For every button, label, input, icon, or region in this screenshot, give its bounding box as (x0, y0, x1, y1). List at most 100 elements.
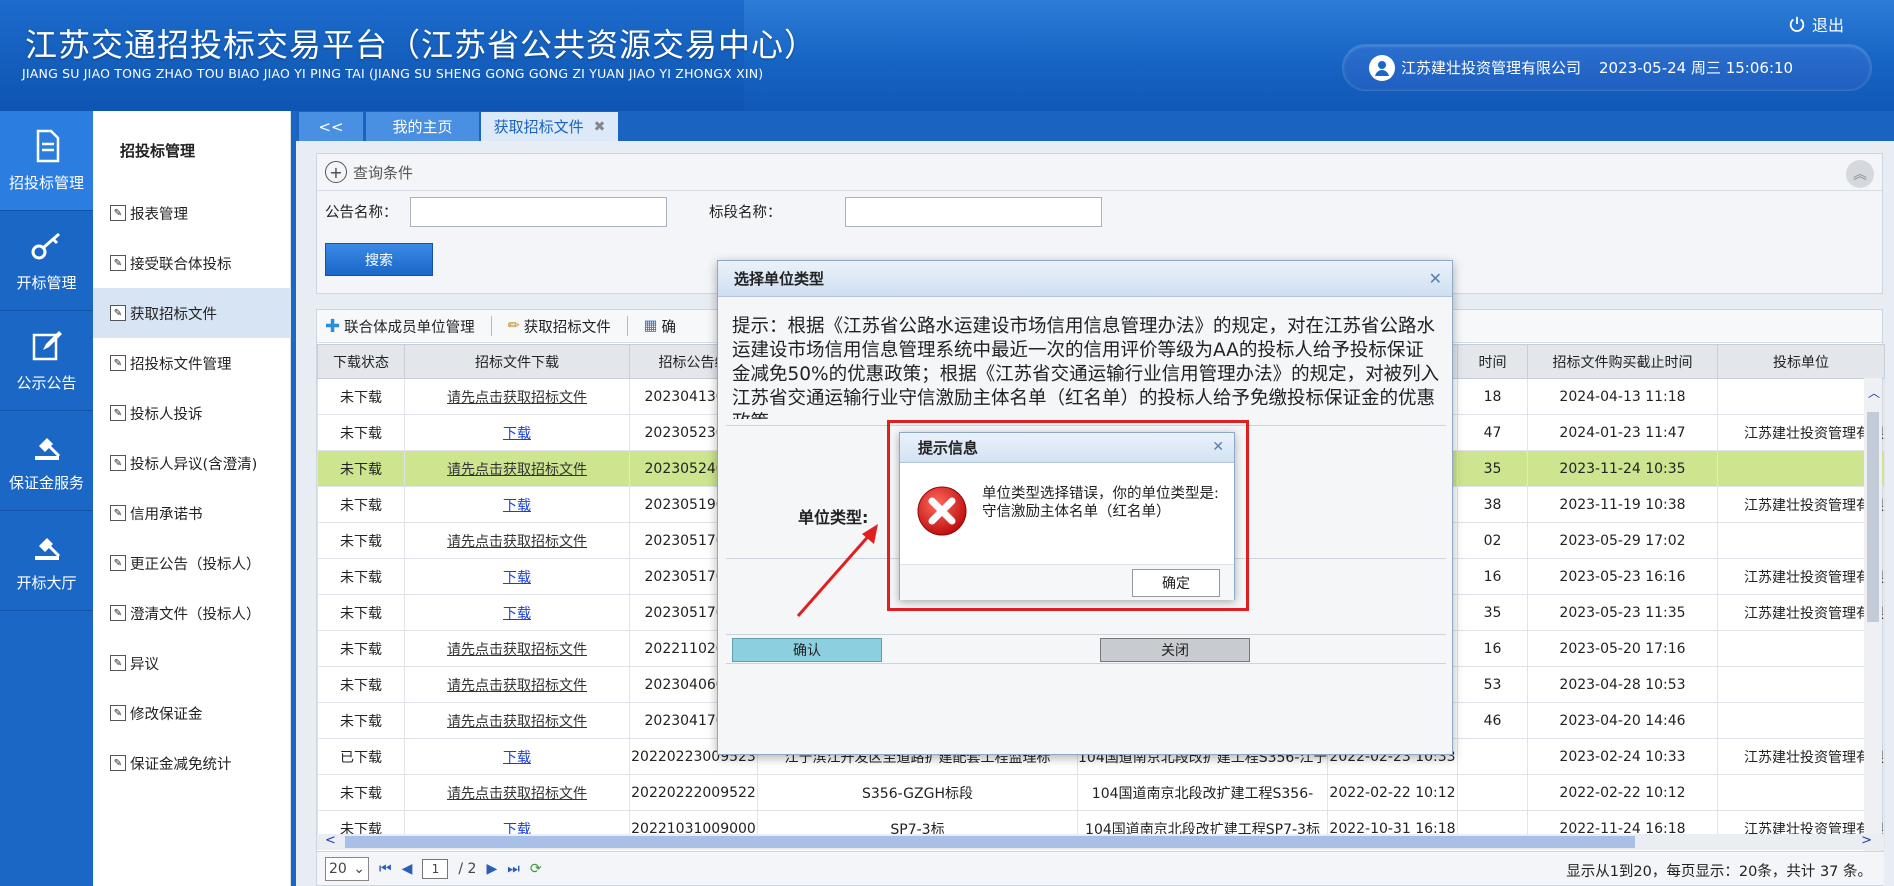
fetch-first-link[interactable]: 请先点击获取招标文件 (447, 642, 587, 658)
close-icon[interactable]: ✖ (594, 119, 606, 135)
table-cell: 江苏建壮投资管理有限 (1717, 486, 1885, 523)
column-header[interactable]: 投标单位 (1717, 344, 1885, 379)
edit-icon: ✎ (110, 205, 126, 221)
horizontal-scrollbar[interactable]: < > (317, 833, 1884, 850)
chevron-right-icon[interactable]: > (1861, 833, 1872, 848)
scroll-thumb[interactable] (1867, 412, 1879, 622)
tab-back-button[interactable]: << (299, 112, 363, 141)
first-page-icon[interactable]: ⏮ (379, 861, 392, 877)
table-cell: 16 (1457, 630, 1528, 667)
table-cell (1717, 666, 1885, 703)
nav-label: 开标大厅 (16, 574, 77, 592)
fetch-docs-button[interactable]: ✏ 获取招标文件 (508, 316, 611, 337)
fetch-first-link[interactable]: 请先点击获取招标文件 (447, 714, 587, 730)
sidebar-item-modify-deposit[interactable]: ✎ 修改保证金 (93, 688, 291, 738)
sidebar-item-clarification[interactable]: ✎ 澄清文件（投标人） (93, 588, 291, 638)
download-link[interactable]: 下载 (503, 570, 531, 586)
column-header[interactable]: 招标文件购买截止时间 (1527, 344, 1718, 379)
table-cell: 未下载 (317, 594, 405, 631)
sidebar-item-deposit-stats[interactable]: ✎ 保证金减免统计 (93, 738, 291, 788)
query-header[interactable]: + 查询条件 (317, 154, 1882, 191)
download-link[interactable]: 下载 (503, 750, 531, 766)
consortium-members-button[interactable]: ✚ 联合体成员单位管理 (325, 316, 475, 337)
last-page-icon[interactable]: ⏭ (507, 861, 520, 877)
separator (490, 316, 492, 336)
sidebar-item-correction[interactable]: ✎ 更正公告（投标人） (93, 538, 291, 588)
close-button[interactable]: 关闭 (1100, 638, 1250, 662)
nav-bid-management[interactable]: 招投标管理 (0, 111, 93, 211)
confirm-toolbar-button[interactable]: ▦ 确 (644, 316, 676, 337)
sidebar-item-consortium[interactable]: ✎ 接受联合体投标 (93, 238, 291, 288)
sidebar-item-objection-clarify[interactable]: ✎ 投标人异议(含澄清) (93, 438, 291, 488)
table-cell: 2023-04-28 10:53 (1527, 666, 1718, 703)
collapse-up-icon[interactable]: ︽ (1846, 160, 1874, 188)
fetch-first-link[interactable]: 请先点击获取招标文件 (447, 390, 587, 406)
toolbar-label: 确 (661, 319, 676, 336)
nav-hall[interactable]: 开标大厅 (0, 511, 93, 611)
site-subtitle: JIANG SU JIAO TONG ZHAO TOU BIAO JIAO YI… (22, 66, 764, 81)
table-cell: 38 (1457, 486, 1528, 523)
fetch-first-link[interactable]: 请先点击获取招标文件 (447, 462, 587, 478)
nav-notices[interactable]: 公示公告 (0, 311, 93, 411)
column-header[interactable]: 招标文件下载 (404, 344, 630, 379)
logout-button[interactable]: 退出 (1788, 12, 1844, 36)
sidebar-item-credit-letter[interactable]: ✎ 信用承诺书 (93, 488, 291, 538)
sidebar-item-label: 保证金减免统计 (130, 756, 232, 773)
page-input[interactable]: 1 (422, 858, 449, 879)
close-icon[interactable]: ✕ (1429, 269, 1442, 288)
chevron-left-icon[interactable]: < (325, 833, 336, 848)
table-cell: 未下载 (317, 486, 405, 523)
dialog-title: 提示信息 (918, 439, 979, 457)
download-link[interactable]: 下载 (503, 606, 531, 622)
tab-label: 获取招标文件 (493, 118, 584, 136)
sidebar-item-fetch-docs[interactable]: ✎ 获取招标文件 (93, 288, 291, 338)
confirm-button[interactable]: 确认 (732, 638, 882, 662)
download-link[interactable]: 下载 (503, 498, 531, 514)
tab-home[interactable]: 我的主页 (366, 112, 479, 141)
sidebar-title: 招投标管理 (120, 142, 196, 160)
table-cell: 18 (1457, 378, 1528, 415)
download-link[interactable]: 下载 (503, 426, 531, 442)
close-icon[interactable]: ✕ (1212, 439, 1224, 455)
dialog-footer: 确定 (900, 564, 1234, 600)
column-header[interactable]: 时间 (1457, 344, 1528, 379)
table-cell: 16 (1457, 558, 1528, 595)
sidebar-item-label: 获取招标文件 (130, 306, 217, 323)
ok-button[interactable]: 确定 (1132, 569, 1220, 597)
vertical-scrollbar[interactable]: ︿ ﹀ (1864, 378, 1882, 852)
sidebar-item-complaint[interactable]: ✎ 投标人投诉 (93, 388, 291, 438)
page-size-select[interactable]: 20 ⌄ (325, 856, 369, 881)
gavel-icon (34, 438, 60, 460)
fetch-first-link[interactable]: 请先点击获取招标文件 (447, 786, 587, 802)
table-row[interactable]: 未下载 请先点击获取招标文件 20220222009522 S356-GZGH标段 10… (317, 774, 1885, 811)
nav-bid-opening[interactable]: 开标管理 (0, 211, 93, 311)
scroll-thumb[interactable] (345, 836, 1635, 848)
power-icon (1789, 16, 1805, 32)
sidebar-item-objection[interactable]: ✎ 异议 (93, 638, 291, 688)
nav-deposit[interactable]: 保证金服务 (0, 411, 93, 511)
refresh-icon[interactable]: ⟳ (530, 861, 542, 877)
chevron-up-icon[interactable]: ︿ (1868, 384, 1880, 401)
alert-message: 单位类型选择错误，你的单位类型是: 守信激励主体名单（红名单） (982, 485, 1219, 521)
table-cell: 35 (1457, 450, 1528, 487)
sidebar-item-label: 接受联合体投标 (130, 256, 232, 273)
tab-fetch-docs[interactable]: 获取招标文件 ✖ (481, 112, 618, 141)
column-header[interactable]: 下载状态 (317, 344, 405, 379)
section-name-input[interactable] (845, 197, 1102, 227)
sidebar-item-doc-management[interactable]: ✎ 招投标文件管理 (93, 338, 291, 388)
fetch-first-link[interactable]: 请先点击获取招标文件 (447, 678, 587, 694)
table-cell: 02 (1457, 522, 1528, 559)
notice-name-input[interactable] (410, 197, 667, 227)
next-page-icon[interactable]: ▶ (486, 861, 497, 877)
search-button[interactable]: 搜索 (325, 243, 433, 276)
table-cell: 2023-05-23 11:35 (1527, 594, 1718, 631)
sidebar-item-report[interactable]: ✎ 报表管理 (93, 188, 291, 238)
nav-label: 公示公告 (16, 374, 77, 392)
table-cell: 江苏建壮投资管理有限 (1717, 738, 1885, 775)
dialog-title: 选择单位类型 (734, 270, 825, 288)
table-cell: 20220222009522 (629, 774, 758, 811)
fetch-first-link[interactable]: 请先点击获取招标文件 (447, 534, 587, 550)
table-cell: 请先点击获取招标文件 (404, 774, 630, 811)
table-cell: 未下载 (317, 450, 405, 487)
prev-page-icon[interactable]: ◀ (402, 861, 413, 877)
